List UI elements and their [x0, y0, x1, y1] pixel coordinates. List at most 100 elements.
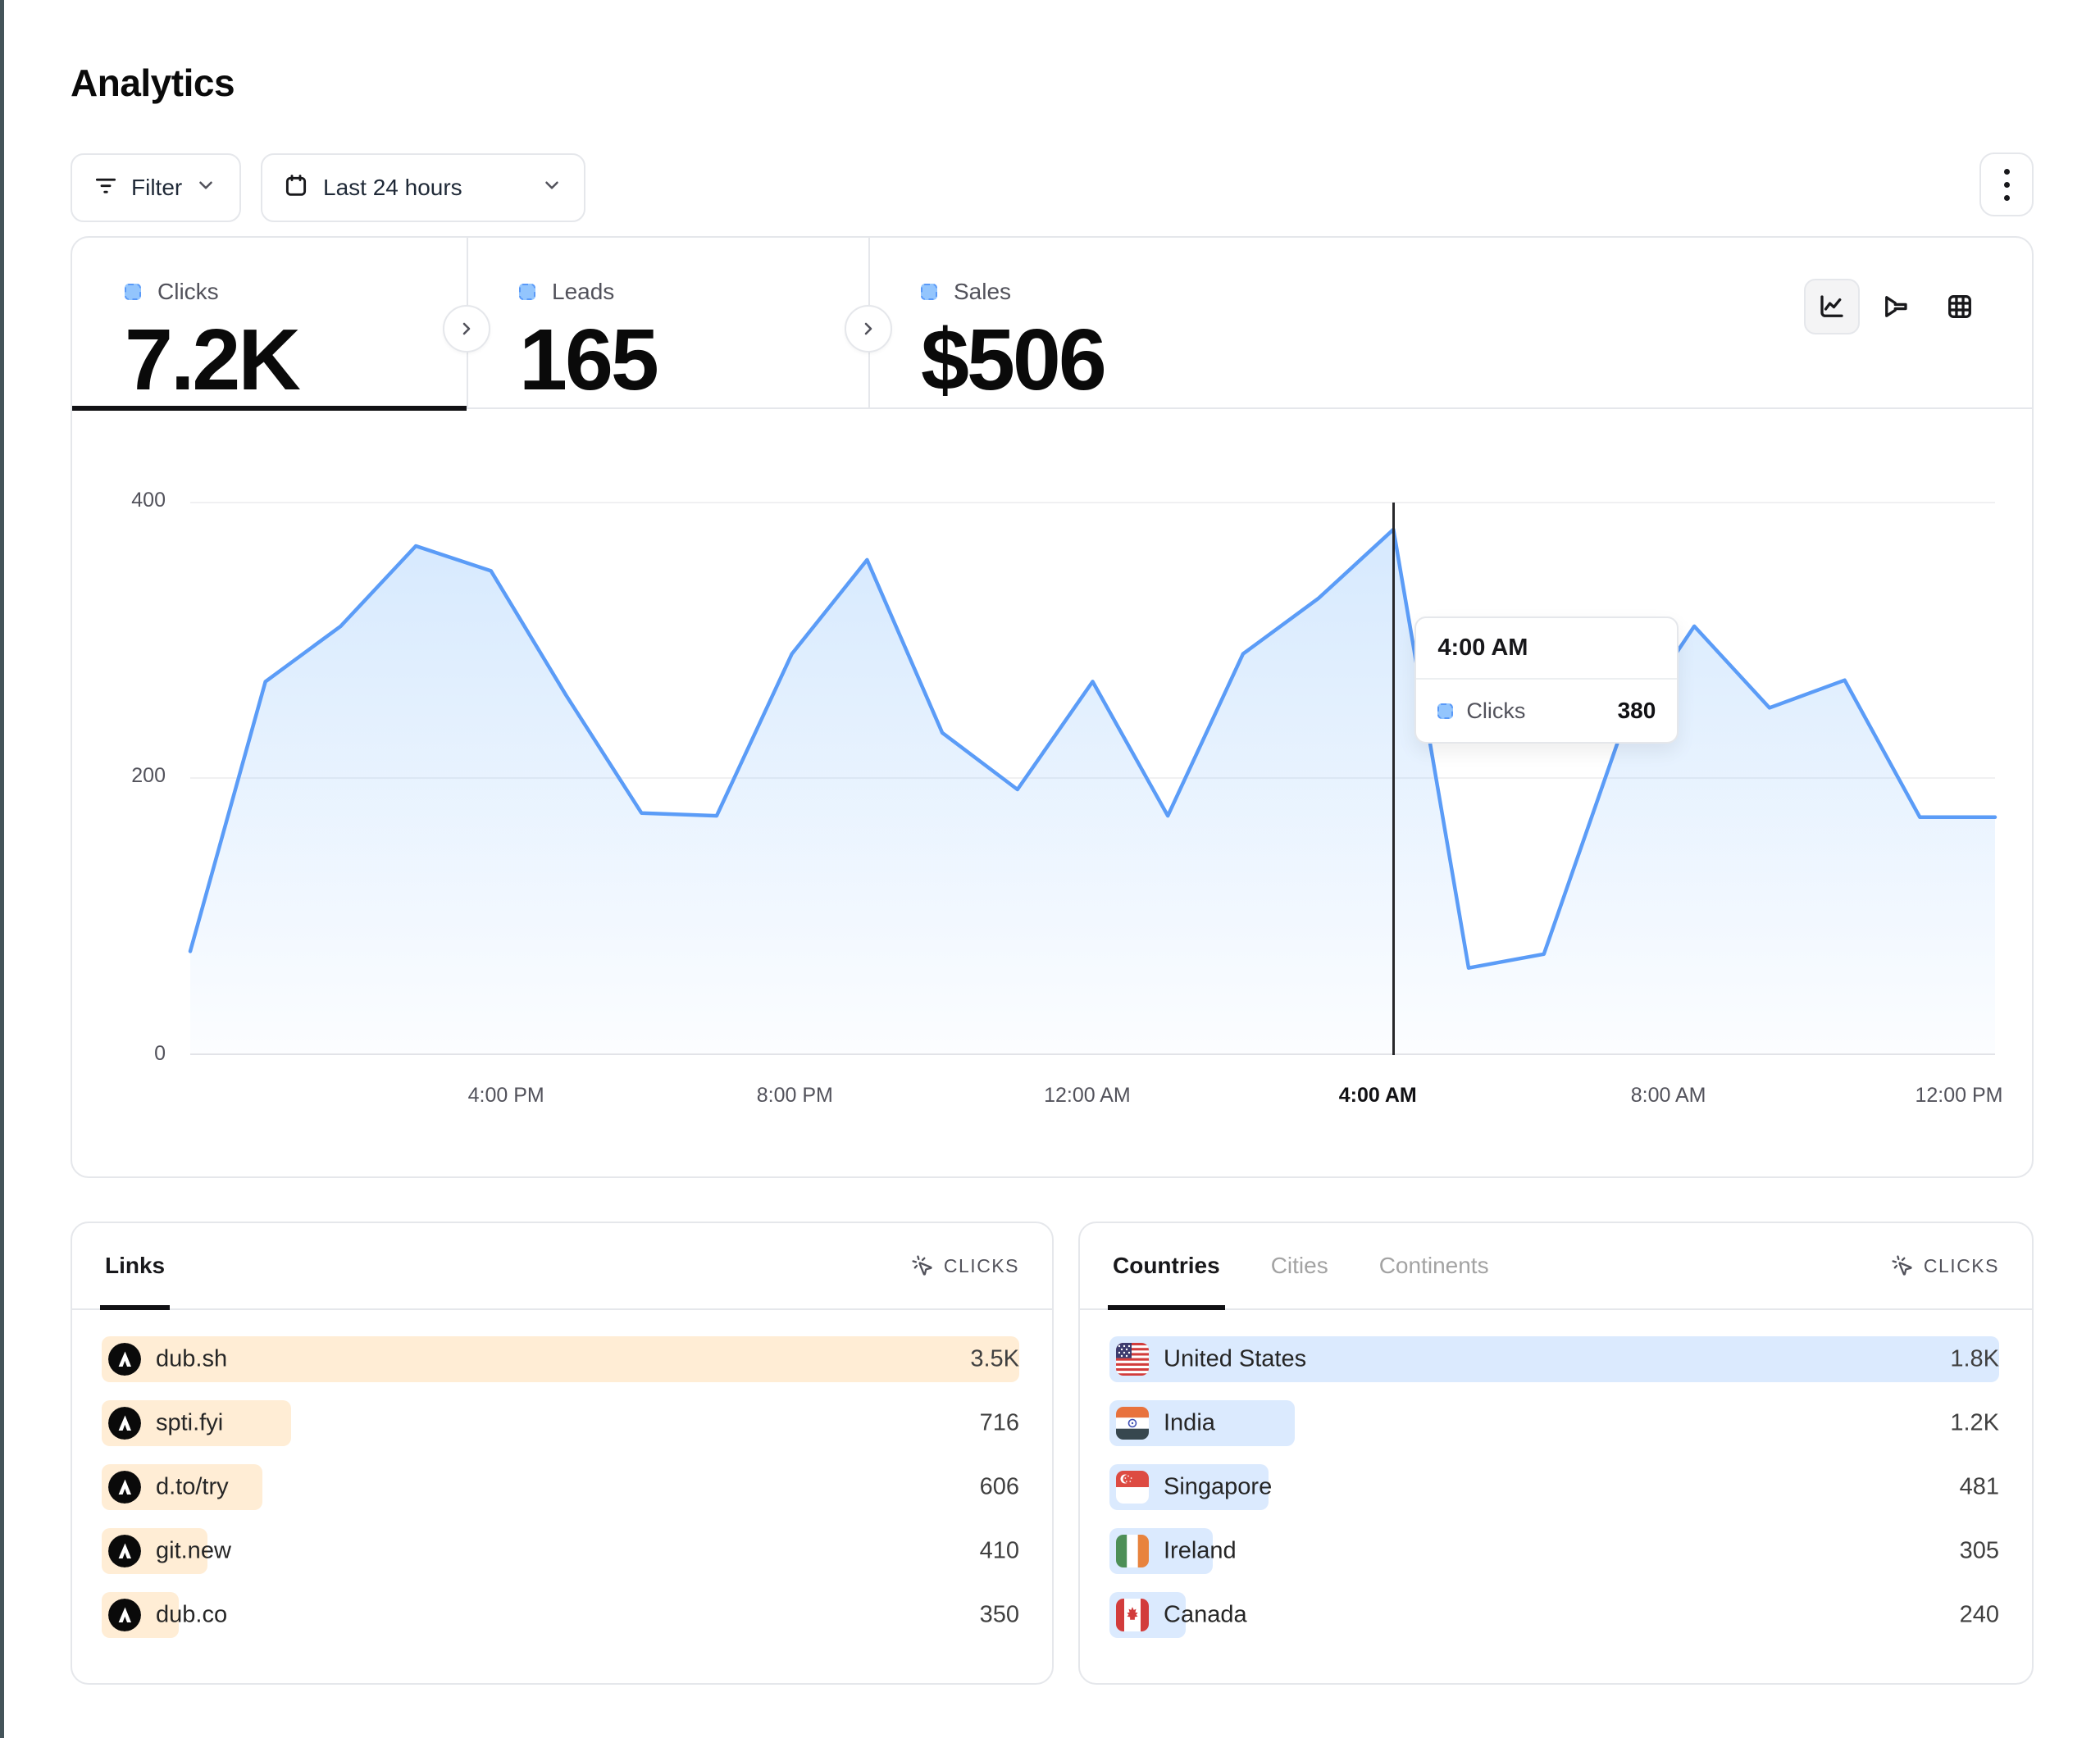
- chevron-down-icon: [195, 175, 216, 202]
- link-row[interactable]: git.new 410: [102, 1528, 1019, 1574]
- country-clicks-value: 240: [1960, 1602, 1999, 1629]
- dub-logo-icon: [108, 1407, 141, 1440]
- links-panel: Links CLICKS dub.sh 3.5K: [71, 1222, 1054, 1685]
- country-row[interactable]: Singapore 481: [1109, 1464, 1999, 1510]
- link-clicks-value: 716: [980, 1410, 1019, 1437]
- geo-tab[interactable]: Countries: [1113, 1223, 1220, 1308]
- link-row[interactable]: dub.sh 3.5K: [102, 1336, 1019, 1382]
- link-row[interactable]: spti.fyi 716: [102, 1400, 1019, 1446]
- metric-tab[interactable]: Sales $506: [868, 238, 1295, 409]
- link-label: dub.sh: [156, 1346, 227, 1373]
- chart-tooltip: 4:00 AM Clicks 380: [1414, 616, 1679, 744]
- country-clicks-value: 481: [1960, 1474, 1999, 1501]
- tab-links[interactable]: Links: [105, 1223, 165, 1308]
- country-flag-icon: [1116, 1343, 1149, 1376]
- clicks-area-chart[interactable]: 4:00 AM Clicks 380: [190, 502, 1995, 1055]
- filter-button[interactable]: Filter: [71, 153, 241, 222]
- metric-tab-label: Leads: [552, 279, 614, 305]
- metric-tab-value: 7.2K: [125, 316, 467, 403]
- link-row[interactable]: dub.co 350: [102, 1592, 1019, 1638]
- dub-logo-icon: [108, 1535, 141, 1567]
- country-label: Ireland: [1164, 1538, 1237, 1565]
- date-range-button[interactable]: Last 24 hours: [261, 153, 585, 222]
- country-row[interactable]: Canada 240: [1109, 1592, 1999, 1638]
- country-flag-icon: [1116, 1471, 1149, 1504]
- line-chart-icon: [1817, 292, 1847, 321]
- metric-legend-swatch-icon: [921, 284, 937, 300]
- geo-tab[interactable]: Continents: [1379, 1223, 1489, 1308]
- x-axis-tick: 12:00 PM: [1915, 1084, 2002, 1108]
- x-axis-tick: 8:00 AM: [1631, 1084, 1706, 1108]
- expand-leads-button[interactable]: [443, 305, 490, 353]
- funnel-chart-toggle-button[interactable]: [1868, 279, 1924, 334]
- dub-logo-icon: [108, 1343, 141, 1376]
- metric-tab-value: $506: [921, 316, 1295, 403]
- chart-hover-line: [1392, 503, 1395, 1055]
- countries-list: United States 1.8K India 1.2K Singapore …: [1109, 1336, 1999, 1656]
- link-label: spti.fyi: [156, 1410, 223, 1437]
- country-flag-icon: [1116, 1407, 1149, 1440]
- country-label: Singapore: [1164, 1474, 1272, 1501]
- metric-tab-value: 165: [519, 316, 868, 403]
- kebab-icon: [2004, 169, 2010, 175]
- chevron-down-icon: [541, 175, 563, 202]
- metric-tab-label: Sales: [954, 279, 1011, 305]
- metric-tab[interactable]: Clicks 7.2K: [72, 238, 467, 409]
- link-row[interactable]: d.to/try 606: [102, 1464, 1019, 1510]
- funnel-chart-icon: [1881, 292, 1911, 321]
- filter-button-label: Filter: [131, 175, 182, 201]
- country-row[interactable]: India 1.2K: [1109, 1400, 1999, 1446]
- expand-sales-button[interactable]: [845, 305, 892, 353]
- link-bar: [102, 1336, 1019, 1382]
- x-axis-tick: 4:00 AM: [1339, 1084, 1417, 1108]
- analytics-page: Analytics Filter Last 24 hours: [0, 0, 2100, 1738]
- country-label: Canada: [1164, 1602, 1247, 1629]
- line-chart-toggle-button[interactable]: [1804, 279, 1860, 334]
- metric-tab-label: Clicks: [157, 279, 219, 305]
- link-clicks-value: 606: [980, 1474, 1019, 1501]
- country-clicks-value: 1.2K: [1950, 1410, 1999, 1437]
- tooltip-time: 4:00 AM: [1416, 618, 1677, 680]
- geo-tab[interactable]: Cities: [1271, 1223, 1328, 1308]
- cursor-click-icon: [1891, 1254, 1914, 1277]
- country-flag-icon: [1116, 1599, 1149, 1631]
- country-clicks-value: 1.8K: [1950, 1346, 1999, 1373]
- metric-tab[interactable]: Leads 165: [467, 238, 868, 409]
- country-label: United States: [1164, 1346, 1306, 1373]
- links-list: dub.sh 3.5K spti.fyi 716: [102, 1336, 1019, 1656]
- y-axis-tick: 400: [100, 489, 166, 512]
- y-axis-tick: 0: [100, 1042, 166, 1066]
- country-row[interactable]: Ireland 305: [1109, 1528, 1999, 1574]
- chart-type-toggles: [1804, 279, 1988, 334]
- date-range-label: Last 24 hours: [323, 175, 462, 201]
- links-panel-header: Links CLICKS: [72, 1223, 1052, 1310]
- window-edge-strip: [0, 0, 4, 1738]
- metric-tabs: Clicks 7.2K Leads 165 Sales: [72, 238, 2032, 409]
- more-options-button[interactable]: [1979, 152, 2034, 216]
- link-label: git.new: [156, 1538, 231, 1565]
- geo-clicks-sort-header[interactable]: CLICKS: [1891, 1254, 1999, 1277]
- dub-logo-icon: [108, 1471, 141, 1504]
- geo-panel: Countries Cities Continents CLICKS Unite…: [1078, 1222, 2034, 1685]
- x-axis-tick: 8:00 PM: [757, 1084, 833, 1108]
- links-clicks-sort-header[interactable]: CLICKS: [911, 1254, 1019, 1277]
- tooltip-value: 380: [1618, 698, 1656, 724]
- x-axis-tick: 12:00 AM: [1044, 1084, 1131, 1108]
- metric-legend-swatch-icon: [519, 284, 535, 300]
- filter-icon: [93, 173, 118, 203]
- page-title: Analytics: [71, 61, 235, 105]
- tooltip-series-name: Clicks: [1466, 698, 1604, 724]
- link-clicks-value: 350: [980, 1602, 1019, 1629]
- y-axis-tick: 200: [100, 764, 166, 788]
- link-label: dub.co: [156, 1602, 227, 1629]
- x-axis: 4:00 PM 8:00 PM 12:00 AM 4:00 AM 8:00 AM…: [190, 1084, 1995, 1117]
- area-fill: [190, 530, 1995, 1055]
- table-view-toggle-button[interactable]: [1932, 279, 1988, 334]
- country-label: India: [1164, 1410, 1215, 1437]
- x-axis-tick: 4:00 PM: [468, 1084, 544, 1108]
- geo-panel-header: Countries Cities Continents CLICKS: [1080, 1223, 2032, 1310]
- link-clicks-value: 410: [980, 1538, 1019, 1565]
- cursor-click-icon: [911, 1254, 934, 1277]
- country-clicks-value: 305: [1960, 1538, 1999, 1565]
- country-row[interactable]: United States 1.8K: [1109, 1336, 1999, 1382]
